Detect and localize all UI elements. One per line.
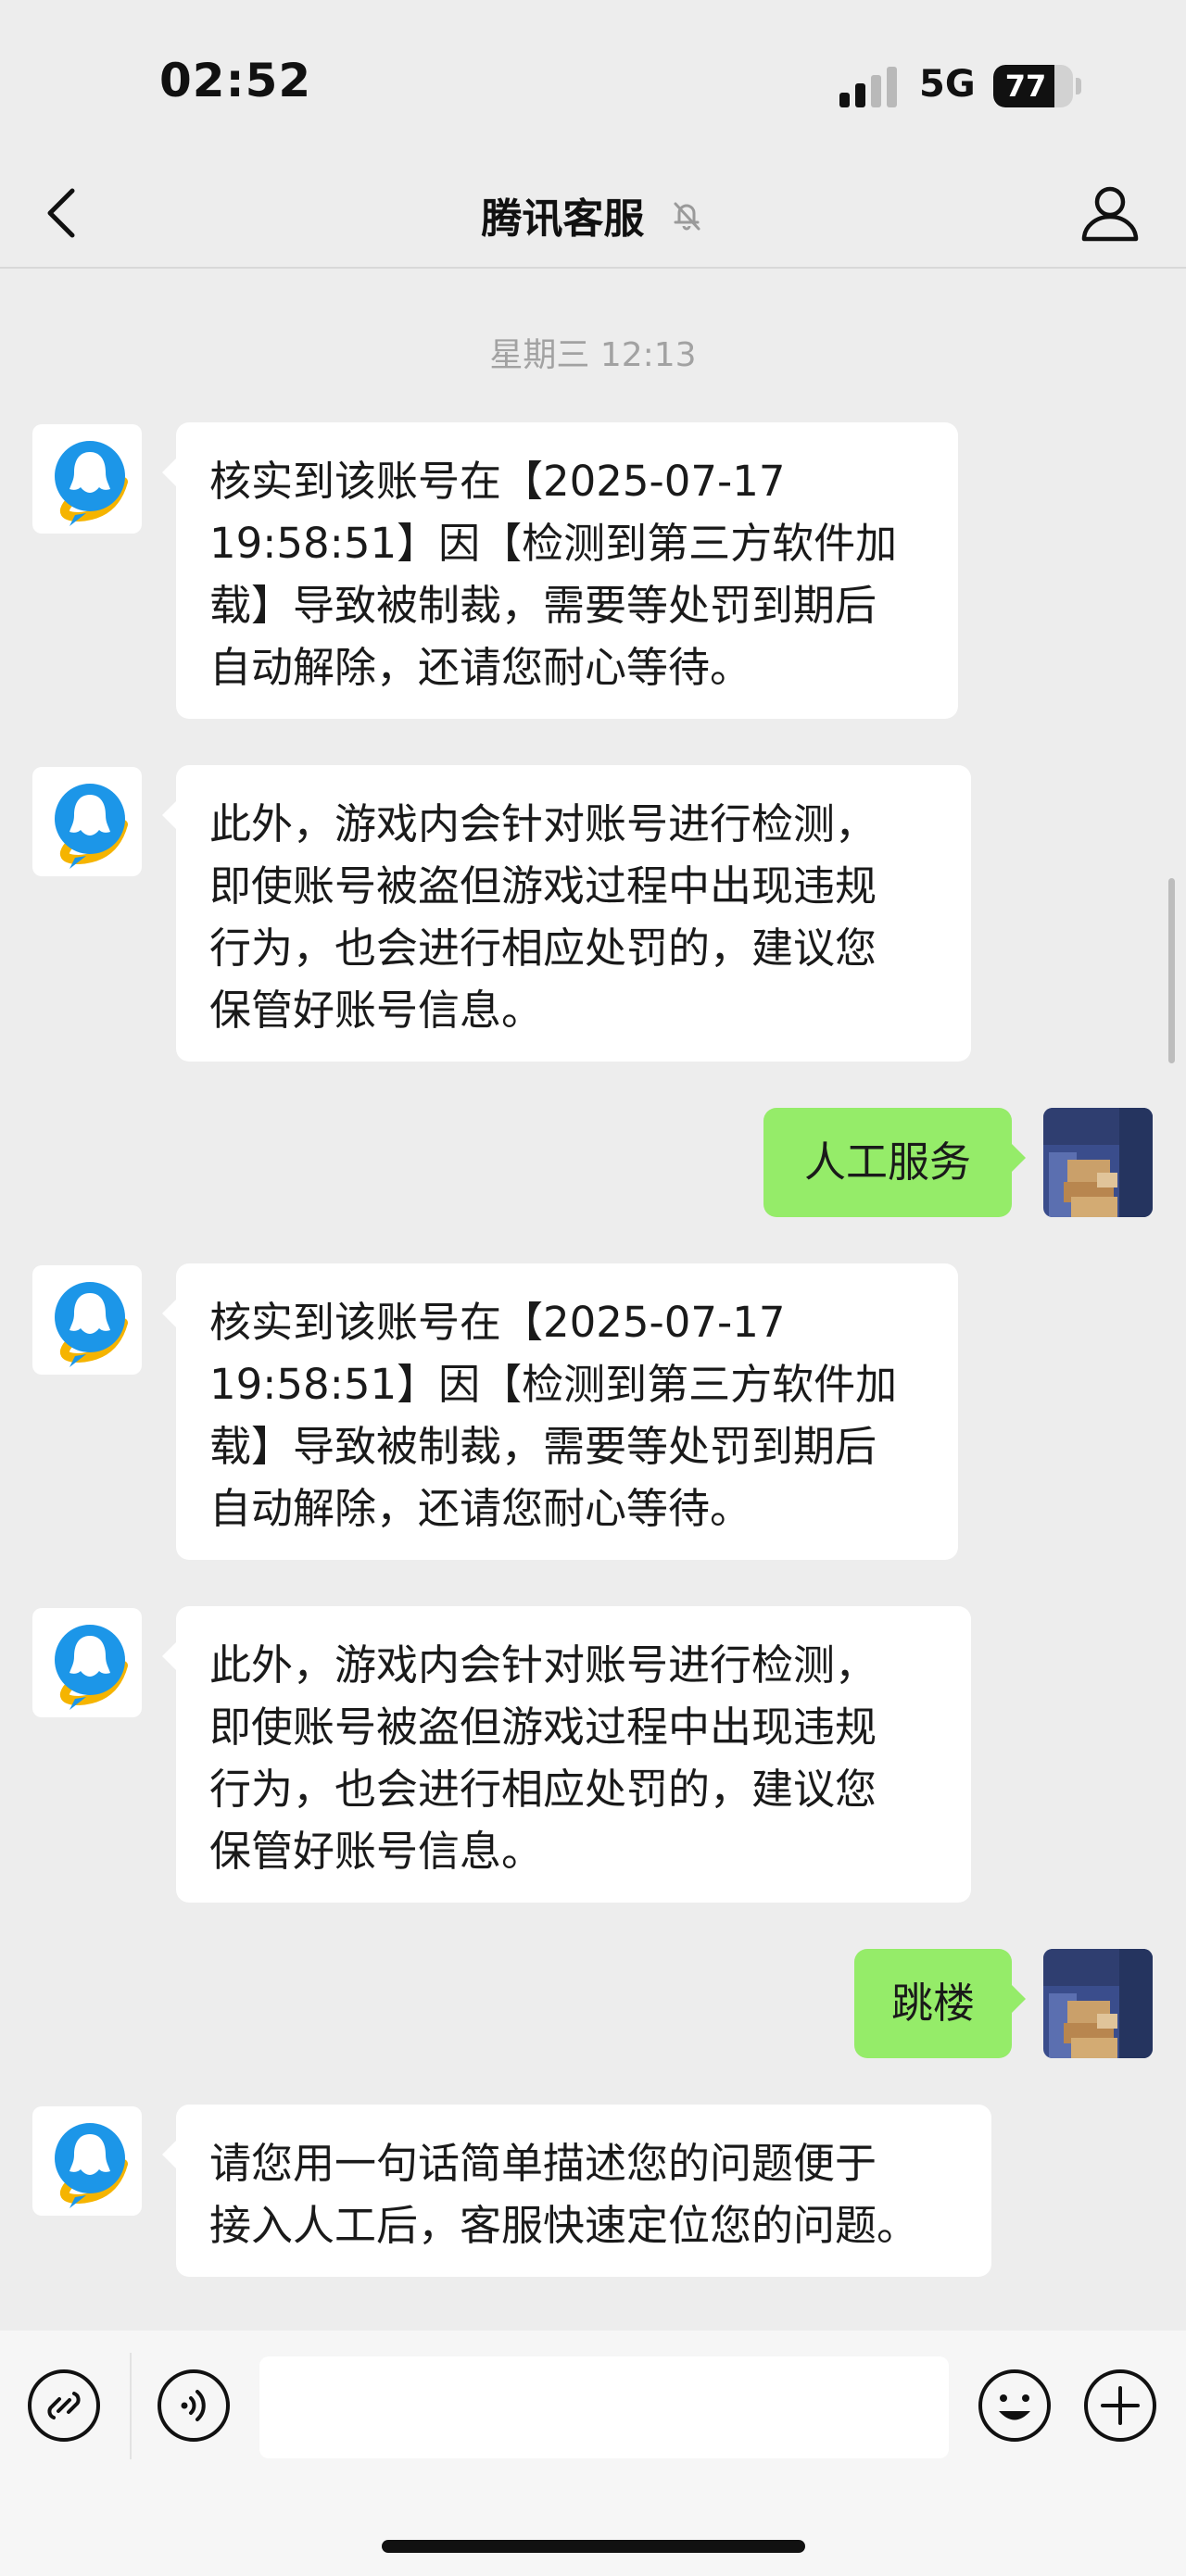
chat-timestamp: 星期三 12:13 [489, 336, 697, 374]
cellular-signal-icon [839, 67, 899, 107]
message-line: 载】导致被制裁，需要等处罚到期后 [209, 581, 877, 630]
message-line: 载】导致被制裁，需要等处罚到期后 [209, 1422, 877, 1471]
bot-avatar[interactable] [32, 424, 142, 534]
message-bubble-me[interactable]: 人工服务 [763, 1108, 1026, 1217]
battery-tip [1076, 78, 1081, 94]
bot-avatar[interactable] [32, 1608, 142, 1717]
tencent-service-logo-icon [55, 1625, 128, 1710]
chat-title: 腾讯客服 [481, 195, 645, 243]
message-line: 19:58:51】因【检测到第三方软件加 [209, 1360, 898, 1409]
profile-button[interactable] [1075, 178, 1145, 248]
message-line: 核实到该账号在【2025-07-17 [209, 457, 786, 506]
message-bubble[interactable]: 请您用一句话简单描述您的问题便于 接入人工后，客服快速定位您的问题。 [162, 2105, 991, 2277]
bot-avatar[interactable] [32, 2106, 142, 2216]
message-bubble[interactable]: 核实到该账号在【2025-07-17 19:58:51】因【检测到第三方软件加 … [162, 422, 958, 719]
mini-program-button[interactable] [26, 2368, 102, 2444]
battery-icon: 77 [993, 65, 1073, 107]
message-line: 此外，游戏内会针对账号进行检测， [209, 1640, 877, 1690]
bot-avatar[interactable] [32, 1265, 142, 1375]
voice-icon [158, 2369, 230, 2442]
input-bar [0, 2331, 1186, 2576]
message-bubble[interactable]: 核实到该账号在【2025-07-17 19:58:51】因【检测到第三方软件加 … [162, 1263, 958, 1560]
message-line: 此外，游戏内会针对账号进行检测， [209, 799, 877, 848]
chat-title-group: 腾讯客服 [0, 185, 1186, 245]
message-input[interactable] [259, 2356, 949, 2458]
tencent-service-logo-icon [55, 2123, 128, 2208]
message-line: 保管好账号信息。 [209, 986, 544, 1035]
user-avatar[interactable] [1043, 1949, 1153, 2058]
message-line: 接入人工后，客服快速定位您的问题。 [209, 2201, 919, 2250]
person-icon [1081, 186, 1139, 242]
input-divider [130, 2353, 132, 2459]
more-button[interactable] [1082, 2368, 1158, 2444]
emoji-button[interactable] [977, 2368, 1053, 2444]
message-line: 即使账号被盗但游戏过程中出现违规 [209, 861, 877, 911]
message-bubble[interactable]: 此外，游戏内会针对账号进行检测， 即使账号被盗但游戏过程中出现违规 行为，也会进… [162, 765, 971, 1062]
message-line: 保管好账号信息。 [209, 1827, 544, 1876]
home-indicator[interactable] [382, 2540, 805, 2553]
network-type: 5G [919, 63, 976, 106]
smile-icon [978, 2369, 1051, 2442]
tencent-service-logo-icon [55, 1282, 128, 1367]
message-line: 行为，也会进行相应处罚的，建议您 [209, 924, 877, 973]
message-line: 自动解除，还请您耐心等待。 [209, 1484, 752, 1533]
battery-percent: 77 [1004, 69, 1047, 104]
link-icon [28, 2369, 100, 2442]
plus-icon [1084, 2369, 1156, 2442]
scroll-indicator[interactable] [1168, 878, 1175, 1063]
message-bubble-me[interactable]: 跳楼 [854, 1949, 1026, 2058]
message-line: 即使账号被盗但游戏过程中出现违规 [209, 1703, 877, 1752]
message-line: 自动解除，还请您耐心等待。 [209, 643, 752, 692]
bot-avatar[interactable] [32, 767, 142, 876]
bell-off-icon [674, 202, 700, 231]
chat-header: 腾讯客服 [0, 157, 1186, 269]
message-bubble[interactable]: 此外，游戏内会针对账号进行检测， 即使账号被盗但游戏过程中出现违规 行为，也会进… [162, 1606, 971, 1903]
message-line: 行为，也会进行相应处罚的，建议您 [209, 1765, 877, 1814]
status-bar: 02:52 5G 77 [0, 0, 1186, 157]
tencent-service-logo-icon [55, 784, 128, 869]
status-time: 02:52 [159, 54, 312, 107]
user-photo-avatar-icon [1043, 1108, 1153, 1217]
message-line: 19:58:51】因【检测到第三方软件加 [209, 519, 898, 568]
voice-button[interactable] [156, 2368, 232, 2444]
message-line: 核实到该账号在【2025-07-17 [209, 1298, 786, 1347]
user-avatar[interactable] [1043, 1108, 1153, 1217]
tencent-service-logo-icon [55, 441, 128, 526]
user-photo-avatar-icon [1043, 1949, 1153, 2058]
message-line: 请您用一句话简单描述您的问题便于 [209, 2139, 877, 2188]
